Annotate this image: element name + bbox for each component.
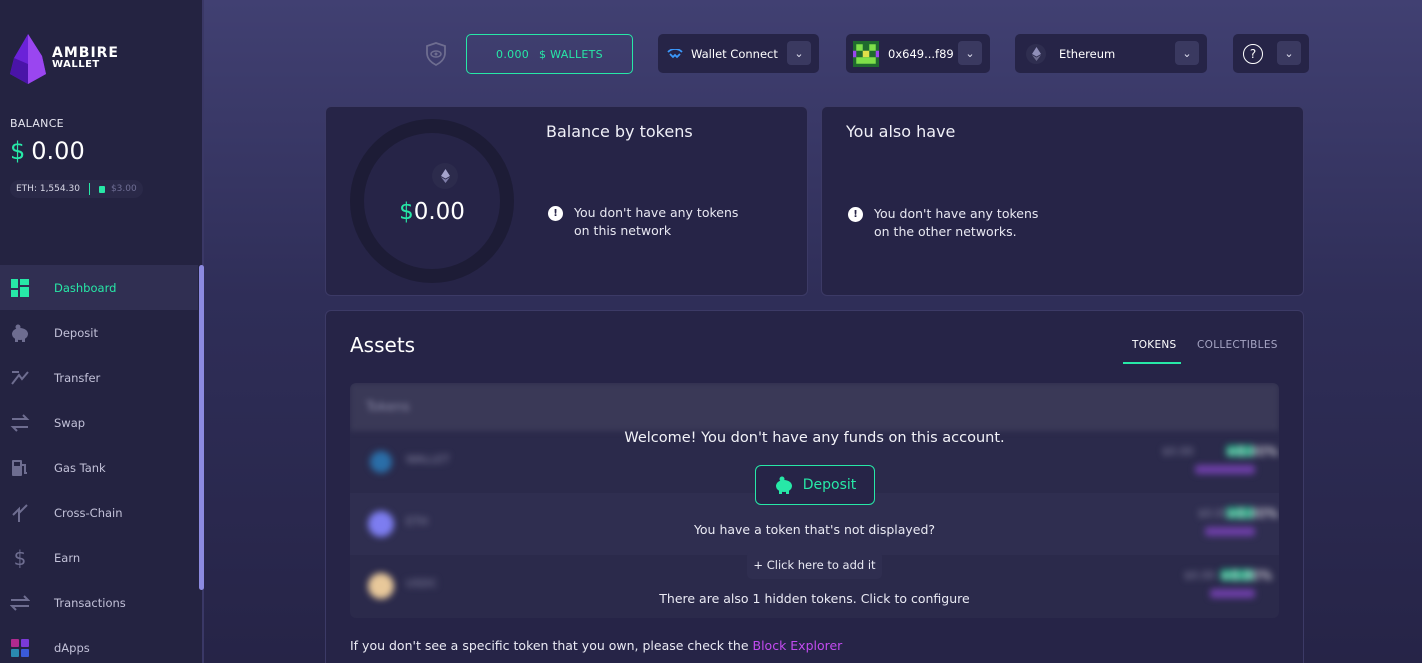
eth-price: ETH: 1,554.30 xyxy=(16,184,80,194)
ethereum-icon xyxy=(432,163,458,189)
block-explorer-link[interactable]: Block Explorer xyxy=(753,638,843,653)
brand-name: AMBIRE WALLET xyxy=(52,45,119,70)
assets-card: Assets TOKENS COLLECTIBLES Tokens WALLET… xyxy=(325,310,1304,663)
sidebar-item-label: Deposit xyxy=(54,325,98,340)
account-address: 0x649...f89 xyxy=(888,46,954,61)
walletconnect-icon xyxy=(667,48,683,58)
balance-amount: 0.00 xyxy=(31,137,85,165)
tab-tokens[interactable]: TOKENS xyxy=(1132,339,1177,351)
sidebar-item-dapps[interactable]: dApps xyxy=(0,625,198,663)
empty-state-overlay: Welcome! You don't have any funds on thi… xyxy=(350,383,1279,618)
walletconnect-label: Wallet Connect xyxy=(691,46,778,61)
account-dropdown[interactable]: 0x649...f89 ⌄ xyxy=(846,34,990,73)
block-explorer-hint: If you don't see a specific token that y… xyxy=(350,638,842,653)
tab-collectibles[interactable]: COLLECTIBLES xyxy=(1197,339,1278,351)
sidebar-item-label: Earn xyxy=(54,550,81,565)
sidebar: AMBIRE WALLET BALANCE $0.00 ETH: 1,554.3… xyxy=(0,0,204,663)
you-also-have-card: You also have ! You don't have any token… xyxy=(821,106,1304,296)
sidebar-item-dashboard[interactable]: Dashboard xyxy=(0,265,198,310)
balance-total: $0.00 xyxy=(364,199,500,225)
swap-icon xyxy=(10,413,30,433)
privacy-shield-icon[interactable] xyxy=(425,42,447,66)
no-tokens-notice: ! You don't have any tokens on this netw… xyxy=(548,204,738,240)
balance-donut: $0.00 xyxy=(350,119,514,283)
token-not-displayed-text: You have a token that's not displayed? xyxy=(693,522,936,537)
ethereum-icon xyxy=(1026,43,1046,64)
gas-pump-icon xyxy=(10,458,30,478)
sidebar-item-transactions[interactable]: Transactions xyxy=(0,580,198,625)
transfer-icon xyxy=(10,368,30,388)
alert-icon: ! xyxy=(848,207,863,222)
transactions-icon xyxy=(10,593,30,613)
chevron-down-icon: ⌄ xyxy=(1277,41,1301,65)
network-label: Ethereum xyxy=(1059,46,1116,61)
notice-line: on the other networks. xyxy=(874,224,1017,239)
sidebar-item-earn[interactable]: $ Earn xyxy=(0,535,198,580)
balance-value: $0.00 xyxy=(10,137,85,165)
card-title: You also have xyxy=(846,122,956,141)
sidebar-item-gas-tank[interactable]: Gas Tank xyxy=(0,445,198,490)
sidebar-item-transfer[interactable]: Transfer xyxy=(0,355,198,400)
no-tokens-other-networks-notice: ! You don't have any tokens on the other… xyxy=(848,205,1038,241)
gas-tank-icon xyxy=(98,185,105,193)
add-token-button[interactable]: + Click here to add it xyxy=(747,551,882,579)
sidebar-item-swap[interactable]: Swap xyxy=(0,400,198,445)
active-tab-indicator xyxy=(1123,362,1181,364)
balance-by-tokens-card: $0.00 Balance by tokens ! You don't have… xyxy=(325,106,808,296)
gas-tank-amount: $3.00 xyxy=(110,184,137,194)
alert-icon: ! xyxy=(548,206,563,221)
chevron-down-icon: ⌄ xyxy=(787,41,811,65)
account-avatar xyxy=(853,40,879,67)
balance-amount: 0.00 xyxy=(413,199,465,225)
sidebar-item-cross-chain[interactable]: Cross-Chain xyxy=(0,490,198,535)
notice-line: You don't have any tokens xyxy=(574,205,739,220)
dashboard-icon xyxy=(10,278,30,298)
sidebar-item-label: Cross-Chain xyxy=(54,505,123,520)
sidebar-item-label: Dashboard xyxy=(54,280,117,295)
sidebar-item-deposit[interactable]: Deposit xyxy=(0,310,198,355)
ambire-logo[interactable]: AMBIRE WALLET xyxy=(10,34,119,84)
wallets-label: $ WALLETS xyxy=(539,47,603,61)
chevron-down-icon: ⌄ xyxy=(1175,41,1199,65)
balance-details[interactable]: ETH: 1,554.30 $3.00 xyxy=(10,180,143,198)
sidebar-item-label: Swap xyxy=(54,415,86,430)
welcome-message: Welcome! You don't have any funds on thi… xyxy=(624,430,1005,446)
assets-title: Assets xyxy=(350,333,416,357)
chevron-down-icon: ⌄ xyxy=(958,41,982,65)
sidebar-item-label: Transactions xyxy=(54,595,126,610)
card-title: Balance by tokens xyxy=(546,122,693,141)
wallets-amount: 0.000 xyxy=(496,47,530,61)
sidebar-item-label: dApps xyxy=(54,640,90,655)
dapps-icon xyxy=(10,638,30,658)
deposit-label: Deposit xyxy=(802,477,857,493)
notice-line: You don't have any tokens xyxy=(874,206,1039,221)
sidebar-scrollbar[interactable] xyxy=(199,265,204,590)
dollar-icon: $ xyxy=(13,545,27,570)
wallets-button[interactable]: 0.000 $ WALLETS xyxy=(466,34,633,74)
divider xyxy=(88,183,90,195)
network-dropdown[interactable]: Ethereum ⌄ xyxy=(1015,34,1207,73)
deposit-button[interactable]: Deposit xyxy=(755,465,875,505)
sidebar-item-label: Transfer xyxy=(54,370,101,385)
brand-line1: AMBIRE xyxy=(52,45,119,61)
footnote-text: If you don't see a specific token that y… xyxy=(350,638,749,653)
sidebar-item-label: Gas Tank xyxy=(54,460,106,475)
question-circle-icon: ? xyxy=(1243,43,1263,64)
piggy-bank-icon xyxy=(775,476,792,494)
walletconnect-dropdown[interactable]: Wallet Connect ⌄ xyxy=(658,34,819,73)
hidden-tokens-link[interactable]: There are also 1 hidden tokens. Click to… xyxy=(350,591,1279,606)
piggy-bank-icon xyxy=(10,323,30,343)
sidebar-nav: Dashboard Deposit Transfer Swap Gas Tank xyxy=(0,265,198,663)
help-dropdown[interactable]: ? ⌄ xyxy=(1233,34,1309,73)
balance-label: BALANCE xyxy=(10,117,64,130)
balance-currency: $ xyxy=(399,199,414,225)
notice-line: on this network xyxy=(574,223,672,238)
balance-currency: $ xyxy=(10,137,26,165)
ambire-flame-icon xyxy=(10,34,46,84)
cross-chain-icon xyxy=(10,503,30,523)
